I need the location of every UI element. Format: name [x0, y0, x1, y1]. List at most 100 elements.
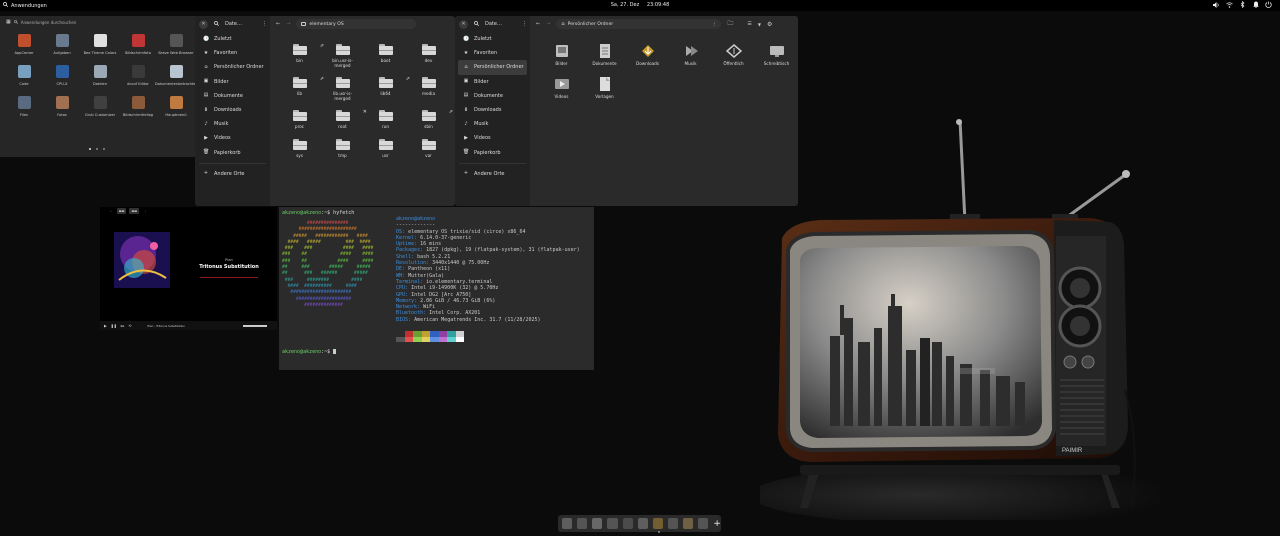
folder-item[interactable]: ⇗ bin — [278, 43, 324, 68]
app-launcher-item[interactable]: Files — [5, 96, 43, 117]
sidebar-item[interactable]: 🗑 Papierkorb — [195, 146, 270, 160]
applications-menu[interactable]: Anwendungen — [3, 2, 47, 9]
settings-dock-icon[interactable] — [667, 518, 679, 529]
sidebar-item[interactable]: 🕒 Zuletzt — [455, 32, 530, 46]
folder-item[interactable]: usr — [364, 138, 407, 159]
app-launcher-item[interactable]: dconf Editor — [119, 65, 157, 86]
view-mode-icon[interactable]: ☰ — [747, 21, 751, 27]
folder-item[interactable]: bin.usr-is- merged — [321, 44, 364, 68]
sidebar-item[interactable]: ★ Favoriten — [195, 46, 270, 60]
sidebar-item[interactable]: ▣ Bilder — [455, 75, 530, 89]
wifi-icon[interactable] — [1226, 1, 1233, 8]
settings-icon[interactable]: ⚙ — [767, 21, 772, 28]
folder-item[interactable]: Downloads — [626, 44, 669, 67]
browser-dock-icon[interactable] — [592, 518, 603, 529]
terminal-window[interactable]: akzeno@akzeno:~$ hyfetch ###############… — [279, 207, 594, 370]
folder-item[interactable]: Öffentlich — [712, 44, 755, 67]
sidebar-item[interactable]: ⌂ Persönlicher Ordner — [195, 60, 270, 74]
folder-item[interactable]: lib.usr-is- merged — [321, 77, 364, 101]
music-dock-icon[interactable] — [622, 518, 633, 529]
folder-item[interactable]: ⇗ lib — [278, 76, 324, 101]
app-launcher-item[interactable]: Hauptmenü — [157, 96, 195, 117]
menu-icon[interactable]: ⋮ — [522, 21, 527, 27]
sidebar-item[interactable]: 🗑 Papierkorb — [455, 146, 530, 160]
pause-icon[interactable]: ❚❚ — [111, 324, 117, 328]
sidebar-item[interactable]: + Andere Orte — [455, 167, 530, 181]
folder-item[interactable]: ✕ root — [321, 109, 367, 130]
app-launcher-item[interactable]: Aufgaben — [43, 34, 81, 55]
repeat-icon[interactable]: ⟲ — [128, 324, 131, 328]
folder-item[interactable]: sys — [278, 138, 321, 159]
volume-slider[interactable] — [243, 324, 267, 327]
tab-second[interactable]: ▬▬ — [129, 208, 140, 214]
sidebar-item[interactable]: ★ Favoriten — [455, 46, 530, 60]
tab-active[interactable]: ▬▬ — [116, 208, 127, 214]
forward-icon[interactable]: → — [286, 21, 290, 27]
folder-item[interactable]: var — [407, 138, 450, 159]
app-launcher-item[interactable]: Bildschirmfreilog — [119, 96, 157, 117]
bluetooth-icon[interactable] — [1239, 1, 1246, 8]
folder-item[interactable]: tmp — [321, 138, 364, 159]
sidebar-item[interactable]: + Andere Orte — [195, 167, 270, 181]
menu-icon[interactable]: ⋮ — [142, 208, 149, 214]
add-workspace-icon[interactable]: + — [713, 519, 721, 529]
menu-icon[interactable]: ⋮ — [262, 21, 267, 27]
grid-view-icon[interactable]: ▦ — [6, 19, 11, 25]
sidebar-item[interactable]: ♪ Musik — [195, 117, 270, 131]
app-launcher-item[interactable]: AppCenter — [5, 34, 43, 55]
folder-item[interactable]: media — [407, 77, 450, 101]
forward-icon[interactable]: → — [546, 21, 550, 27]
path-menu-icon[interactable]: ⋮ — [712, 22, 717, 27]
app-launcher-item[interactable]: Dateien — [81, 65, 119, 86]
folder-item[interactable]: Musik — [669, 44, 712, 67]
sidebar-item[interactable]: ▤ Dokumente — [195, 89, 270, 103]
app-launcher-item[interactable]: Grub Customizer — [81, 96, 119, 117]
page-dot[interactable] — [89, 148, 91, 150]
sidebar-item[interactable]: ⬇ Downloads — [195, 103, 270, 117]
folder-item[interactable]: ⇗ lib64 — [364, 76, 410, 101]
back-icon[interactable]: ← — [276, 21, 280, 27]
photos-dock-icon[interactable] — [577, 518, 588, 529]
sidebar-item[interactable]: ▶ Videos — [195, 131, 270, 145]
page-dot[interactable] — [96, 148, 98, 150]
back-icon[interactable]: ← — [536, 21, 540, 27]
app-launcher-item[interactable]: Bee Theme Colors — [81, 34, 119, 55]
close-icon[interactable]: ✕ — [199, 19, 208, 29]
folder-item[interactable]: dev — [407, 44, 450, 68]
notifications-icon[interactable] — [1252, 1, 1259, 8]
search-icon[interactable] — [214, 20, 220, 28]
app-launcher-item[interactable]: CPU-X — [43, 65, 81, 86]
close-icon[interactable]: ✕ — [459, 19, 468, 29]
folder-item[interactable]: Schreibtisch — [755, 44, 798, 67]
app-launcher-item[interactable]: Code — [5, 65, 43, 86]
files-dock-icon[interactable] — [562, 518, 573, 529]
page-indicator[interactable] — [89, 148, 105, 150]
sidebar-item[interactable]: ▤ Dokumente — [455, 89, 530, 103]
sidebar-item[interactable]: ⌂ Persönlicher Ordner — [458, 60, 527, 75]
path-bar[interactable]: ⌂ Persönlicher Ordner ⋮ — [556, 19, 722, 29]
code-dock-icon[interactable] — [637, 518, 648, 529]
folder-item[interactable]: Dokumente — [583, 44, 626, 67]
folder-item[interactable]: run — [364, 110, 407, 130]
app-launcher-item[interactable]: Fotos — [43, 96, 81, 117]
folder-item[interactable]: Bilder — [540, 44, 583, 67]
new-folder-icon[interactable]: 🗀 — [727, 19, 733, 29]
folder-item[interactable]: boot — [364, 44, 407, 68]
chevron-down-icon[interactable]: ▼ — [758, 22, 761, 27]
appcenter-dock-icon[interactable] — [652, 518, 663, 533]
app-launcher-item[interactable]: Dokumentenbetrachter — [155, 65, 197, 86]
calendar-dock-icon[interactable] — [683, 518, 694, 529]
terminal-dock-icon[interactable] — [607, 518, 618, 529]
sidebar-item[interactable]: ♪ Musik — [455, 117, 530, 131]
folder-item[interactable]: ⇗ sbin — [407, 109, 453, 130]
folder-item[interactable]: proc — [278, 110, 321, 130]
path-bar[interactable]: elementary OS — [296, 19, 417, 29]
sidebar-item[interactable]: ▶ Videos — [455, 131, 530, 145]
folder-item[interactable]: Videos — [540, 77, 583, 100]
folder-item[interactable]: Vorlagen — [583, 76, 626, 100]
sidebar-item[interactable]: ▣ Bilder — [195, 75, 270, 89]
sidebar-item[interactable]: 🕒 Zuletzt — [195, 32, 270, 46]
search-icon[interactable] — [474, 20, 480, 28]
launcher-search[interactable]: ▦ Anwendungen durchsuchen — [6, 18, 76, 26]
play-icon[interactable]: ▶ — [104, 324, 107, 328]
